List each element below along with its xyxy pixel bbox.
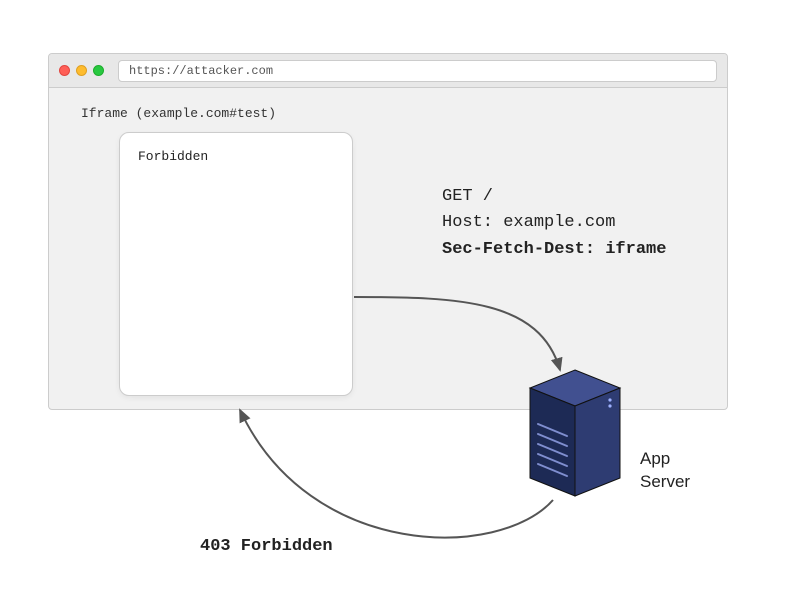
http-request: GET / Host: example.com Sec-Fetch-Dest: … xyxy=(442,184,666,263)
request-line: GET / xyxy=(442,184,666,210)
browser-chrome: https://attacker.com xyxy=(49,54,727,88)
window-zoom-dot xyxy=(93,65,104,76)
window-minimize-dot xyxy=(76,65,87,76)
iframe-box: Forbidden xyxy=(119,132,353,396)
server-label: AppServer xyxy=(640,448,690,494)
iframe-label: Iframe (example.com#test) xyxy=(81,106,276,121)
window-close-dot xyxy=(59,65,70,76)
request-sec-fetch-dest: Sec-Fetch-Dest: iframe xyxy=(442,237,666,263)
address-bar: https://attacker.com xyxy=(118,60,717,82)
response-arrow xyxy=(240,410,553,537)
iframe-content: Forbidden xyxy=(138,149,334,164)
request-host: Host: example.com xyxy=(442,210,666,236)
http-response: 403 Forbidden xyxy=(200,537,333,556)
